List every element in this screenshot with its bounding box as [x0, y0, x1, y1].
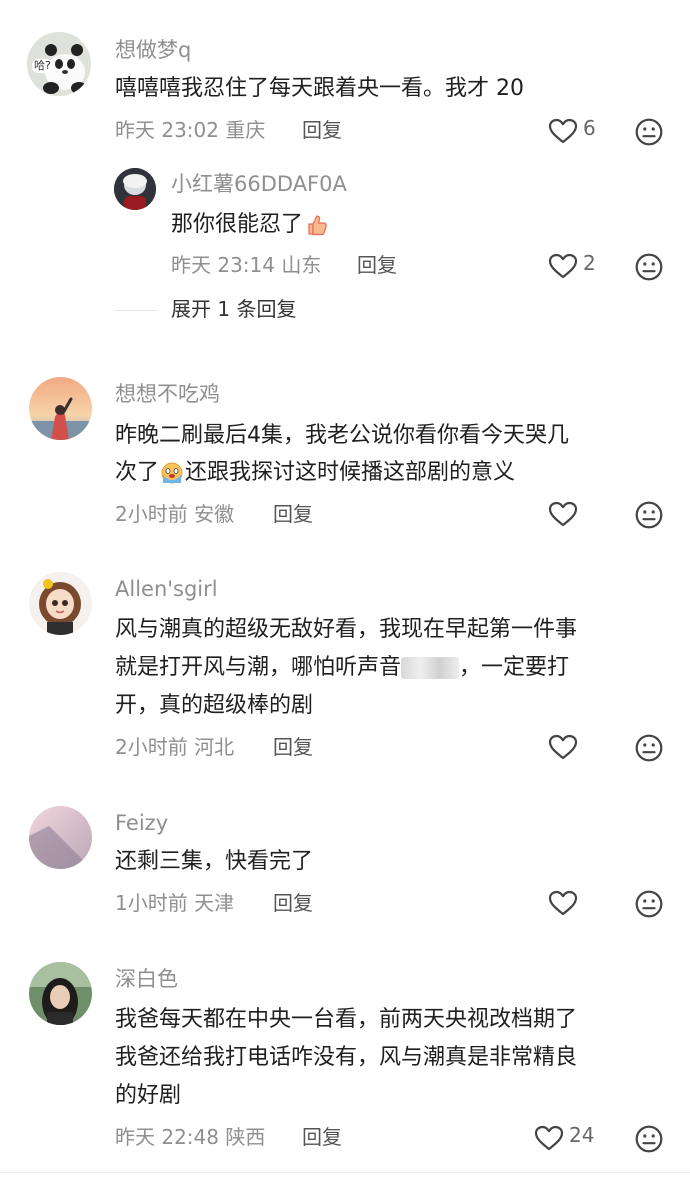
- divider: [115, 310, 157, 311]
- username[interactable]: 深白色: [115, 969, 178, 990]
- location-label: 河北: [194, 735, 235, 759]
- heart-icon[interactable]: [548, 118, 578, 144]
- time-label: 昨天 22:48: [115, 1125, 219, 1149]
- avatar[interactable]: [29, 572, 92, 635]
- comment-text-line: 的好剧: [115, 1083, 182, 1108]
- avatar[interactable]: 哈?: [27, 32, 91, 96]
- comment-text-line: 就是打开风与潮，哪怕听声音 ，一定要打: [115, 648, 569, 687]
- reply-text-content: 那你很能忍了: [171, 212, 304, 237]
- comment-text-line: 我爸每天都在中央一台看，前两天央视改档期了: [115, 1007, 578, 1032]
- avatar[interactable]: [29, 962, 92, 1025]
- time-label: 昨天 23:02: [115, 118, 219, 142]
- reply-button[interactable]: 回复: [273, 737, 313, 757]
- reply-time: 昨天 23:14 山东: [171, 255, 321, 275]
- comment-text-part: ，一定要打: [459, 655, 570, 680]
- location-label: 陕西: [225, 1125, 266, 1149]
- username[interactable]: 想做梦q: [115, 40, 191, 61]
- time-label: 昨天 23:14: [171, 253, 275, 277]
- avatar[interactable]: [29, 806, 92, 869]
- comment-text-line: 开，真的超级棒的剧: [115, 693, 314, 718]
- meh-face-icon[interactable]: [635, 890, 663, 918]
- heart-icon[interactable]: [548, 890, 578, 916]
- comment-time: 2小时前 安徽: [115, 504, 234, 524]
- time-label: 1小时前: [115, 891, 188, 915]
- comment-text: 嘻嘻嘻我忍住了每天跟着央一看。我才 20: [115, 76, 524, 101]
- username[interactable]: 小红薯66DDAF0A: [171, 174, 347, 195]
- expand-replies-button[interactable]: 展开 1 条回复: [171, 299, 296, 319]
- comment-text-line: 次了 还跟我探讨这时候播这部剧的意义: [115, 453, 515, 492]
- meh-face-icon[interactable]: [635, 734, 663, 762]
- like-count: 24: [569, 1123, 595, 1147]
- comment-time: 2小时前 河北: [115, 737, 234, 757]
- crying-emoji-icon: [161, 462, 183, 484]
- comment-text-line: 昨晚二刷最后4集，我老公说你看你看今天哭几: [115, 423, 569, 448]
- blurred-text: [401, 657, 460, 679]
- heart-icon[interactable]: [534, 1125, 564, 1151]
- heart-icon[interactable]: [548, 734, 578, 760]
- comment-time: 1小时前 天津: [115, 893, 234, 913]
- pink-sky-avatar-icon: [29, 806, 92, 869]
- like-count: 2: [583, 251, 596, 275]
- location-label: 重庆: [225, 118, 266, 142]
- username[interactable]: Feizy: [115, 813, 168, 834]
- comment-text-part: 就是打开风与潮，哪怕听声音: [115, 655, 402, 680]
- comment-text-part: 还跟我探讨这时候播这部剧的意义: [185, 460, 516, 485]
- avatar[interactable]: [29, 377, 92, 440]
- portrait-avatar-icon: [29, 962, 92, 1025]
- comment-text-line: 风与潮真的超级无敌好看，我现在早起第一件事: [115, 617, 578, 642]
- avatar-badge: 哈?: [32, 59, 53, 73]
- reply-button[interactable]: 回复: [273, 504, 313, 524]
- reply-button[interactable]: 回复: [302, 1127, 342, 1147]
- bottom-divider: [0, 1172, 690, 1173]
- thumbs-up-emoji-icon: [308, 215, 327, 236]
- reply-text: 那你很能忍了: [171, 205, 329, 244]
- reply-button[interactable]: 回复: [273, 893, 313, 913]
- username[interactable]: Allen'sgirl: [115, 579, 218, 600]
- meh-face-icon[interactable]: [635, 253, 663, 281]
- meh-face-icon[interactable]: [635, 501, 663, 529]
- sunset-avatar-icon: [29, 377, 92, 440]
- comment-time: 昨天 23:02 重庆: [115, 120, 265, 140]
- heart-icon[interactable]: [548, 253, 578, 279]
- reply-button[interactable]: 回复: [357, 255, 397, 275]
- time-label: 2小时前: [115, 735, 188, 759]
- comment-text-part: 次了: [115, 460, 160, 485]
- location-label: 安徽: [194, 502, 235, 526]
- avatar[interactable]: [114, 168, 156, 210]
- location-label: 山东: [281, 253, 322, 277]
- comment-time: 昨天 22:48 陕西: [115, 1127, 265, 1147]
- comment-text-line: 我爸还给我打电话咋没有，风与潮真是非常精良: [115, 1045, 578, 1070]
- like-count: 6: [583, 116, 596, 140]
- girl-cartoon-avatar-icon: [29, 572, 92, 635]
- heart-icon[interactable]: [548, 501, 578, 527]
- username[interactable]: 想想不吃鸡: [115, 384, 220, 405]
- meh-face-icon[interactable]: [635, 1125, 663, 1153]
- comment-text: 还剩三集，快看完了: [115, 849, 314, 874]
- person-avatar-icon: [114, 168, 156, 210]
- location-label: 天津: [194, 891, 235, 915]
- reply-button[interactable]: 回复: [302, 120, 342, 140]
- time-label: 2小时前: [115, 502, 188, 526]
- meh-face-icon[interactable]: [635, 118, 663, 146]
